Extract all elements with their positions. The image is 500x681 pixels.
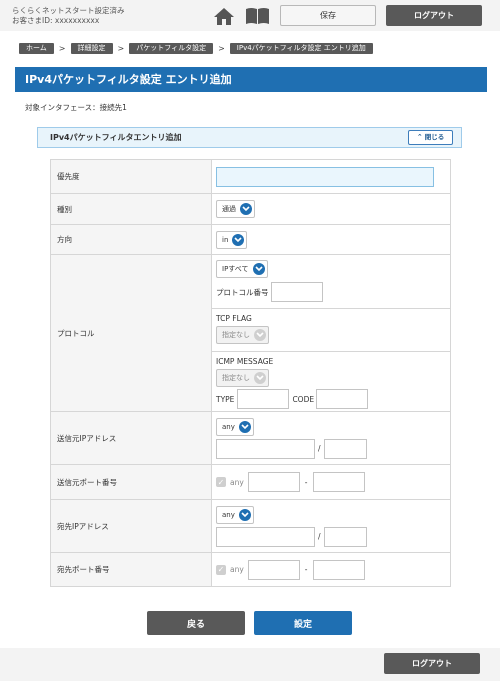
destination-port-label: 宛先ポート番号 [50,552,212,587]
icmp-message-select[interactable]: 指定なし [216,369,269,387]
destination-ip-label: 宛先IPアドレス [50,499,212,553]
source-ip-mask-input[interactable] [323,438,367,459]
protocol-group: IPすべて プロトコル番号 [212,255,450,309]
panel-title: IPv4パケットフィルタエントリ追加 [50,133,182,142]
priority-label: 優先度 [50,159,212,194]
breadcrumb-separator: > [58,44,66,53]
target-interface: 対象インタフェース：接続先1 [25,103,127,112]
home-icon[interactable] [213,7,235,26]
manual-book-icon[interactable] [245,7,270,25]
source-ip-select-value: any [222,422,235,431]
icmp-message-label: ICMP MESSAGE [216,357,274,366]
destination-ip-input[interactable] [216,526,315,547]
priority-input[interactable] [216,166,434,187]
tcp-flag-select-value: 指定なし [222,331,250,339]
table-row: プロトコル IPすべて プロトコル番号 TCP FLAG 指定なし ICMP M… [50,254,451,412]
slash: / [318,444,321,453]
type-select[interactable]: 通過 [216,200,255,218]
collapse-label: 閉じる [424,133,445,142]
direction-select[interactable]: in [216,230,248,249]
protocol-label: プロトコル [50,254,212,412]
table-row: 種別 通過 [50,193,451,225]
icmp-group: ICMP MESSAGE 指定なし TYPE CODE [212,352,450,411]
table-row: 宛先IPアドレス any / [50,499,451,553]
table-row: 送信元IPアドレス any / [50,411,451,465]
collapse-button[interactable]: ⌃ 閉じる [408,130,453,145]
icmp-type-input[interactable] [237,389,290,409]
breadcrumb-advanced-settings[interactable]: 詳細設定 [70,43,113,54]
chevron-down-icon [254,372,266,384]
table-row: 方向 in [50,224,451,255]
destination-port-any-label: any [230,565,244,574]
breadcrumb-home[interactable]: ホーム [19,43,54,54]
breadcrumb-separator: > [117,44,125,53]
tcp-flag-select[interactable]: 指定なし [216,326,269,344]
destination-ip-select-value: any [222,510,235,519]
source-port-any-label: any [230,477,244,487]
save-button[interactable]: 保存 [280,5,376,26]
protocol-number-label: プロトコル番号 [216,287,269,297]
protocol-select-value: IPすべて [222,265,249,273]
icmp-code-label: CODE [292,394,315,404]
page-title: IPv4パケットフィルタ設定 エントリ追加 [15,67,487,92]
source-port-end-input[interactable] [312,472,365,492]
table-row: 送信元ポート番号 ✓ any - [50,464,451,500]
direction-select-value: in [222,235,229,244]
direction-label: 方向 [50,224,212,255]
destination-ip-mask-input[interactable] [323,526,367,547]
source-port-label: 送信元ポート番号 [50,464,212,500]
status-info: らくらくネットスタート設定済み お客さまID: xxxxxxxxxx [12,6,125,26]
back-button[interactable]: 戻る [147,611,245,635]
chevron-down-icon [240,203,252,215]
breadcrumb-separator: > [218,44,225,53]
breadcrumb-current: IPv4パケットフィルタ設定 エントリ追加 [229,43,373,54]
panel-header: IPv4パケットフィルタエントリ追加 ⌃ 閉じる [37,127,462,148]
apply-button[interactable]: 設定 [254,611,352,635]
destination-port-start-input[interactable] [247,559,300,580]
source-port-start-input[interactable] [247,472,300,492]
chevron-down-icon [232,233,245,246]
protocol-number-input[interactable] [270,282,323,302]
protocol-select[interactable]: IPすべて [216,260,268,278]
destination-port-any-checkbox[interactable]: ✓ [216,564,226,575]
tcp-flag-group: TCP FLAG 指定なし [212,309,450,352]
logout-button[interactable]: ログアウト [386,5,482,26]
table-row: 宛先ポート番号 ✓ any - [50,552,451,587]
breadcrumb: ホーム > 詳細設定 > パケットフィルタ設定 > IPv4パケットフィルタ設定… [19,43,373,54]
source-port-any-checkbox[interactable]: ✓ [216,477,226,487]
chevron-up-icon: ⌃ [416,133,423,141]
source-ip-input[interactable] [216,438,315,459]
destination-ip-select[interactable]: any [216,505,254,524]
icmp-message-select-value: 指定なし [222,374,250,382]
table-row: 優先度 [50,159,451,194]
type-label: 種別 [50,193,212,225]
type-select-value: 通過 [222,205,236,213]
source-ip-label: 送信元IPアドレス [50,411,212,465]
footer-logout-button[interactable]: ログアウト [384,653,480,674]
breadcrumb-packet-filter[interactable]: パケットフィルタ設定 [129,43,214,54]
dash: - [304,477,308,487]
slash: / [318,532,321,541]
chevron-down-icon [252,263,265,275]
status-line-1: らくらくネットスタート設定済み [12,6,125,15]
tcp-flag-label: TCP FLAG [216,314,252,323]
icmp-type-label: TYPE [216,394,235,404]
source-ip-select[interactable]: any [216,417,254,436]
dash: - [304,565,308,574]
icmp-code-input[interactable] [316,389,369,409]
header-bar: らくらくネットスタート設定済み お客さまID: xxxxxxxxxx 保存 ログ… [0,0,500,31]
footer-bar: ログアウト [0,648,500,681]
chevron-down-icon [238,420,251,433]
chevron-down-icon [238,508,251,521]
filter-entry-form: 優先度 種別 通過 方向 in プロトコル IPすべて プロトコル番号 TCP [50,159,451,587]
customer-id: お客さまID: xxxxxxxxxx [12,16,100,25]
chevron-down-icon [254,329,266,341]
destination-port-end-input[interactable] [312,559,365,580]
